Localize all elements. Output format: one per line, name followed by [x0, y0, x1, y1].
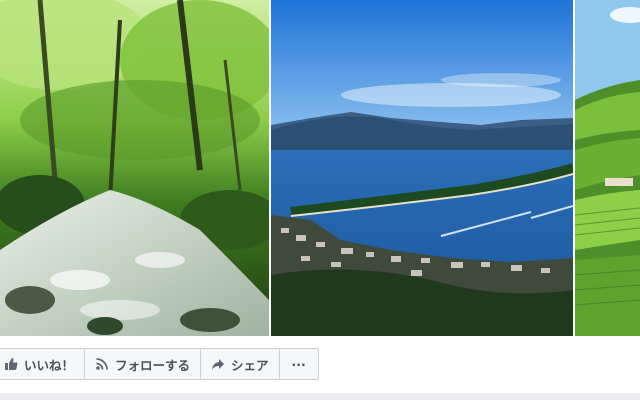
- forest-stream-photo: [0, 0, 269, 336]
- like-label: いいね！: [24, 357, 75, 373]
- follow-label: フォローする: [115, 357, 191, 373]
- follow-button[interactable]: フォローする: [85, 348, 202, 380]
- cover-photo[interactable]: [0, 0, 640, 336]
- more-button[interactable]: ···: [279, 348, 319, 380]
- share-arrow-icon: [211, 357, 225, 371]
- thumbs-up-icon: [4, 357, 18, 371]
- share-label: シェア: [231, 357, 269, 373]
- bay-sandbar-photo: [271, 0, 573, 336]
- tea-plantation-photo: [575, 0, 640, 336]
- like-button[interactable]: いいね！: [0, 348, 86, 380]
- page-action-bar: いいね！ フォローする シェア ···: [0, 348, 319, 380]
- rss-icon: [95, 357, 109, 371]
- share-button[interactable]: シェア: [201, 348, 280, 380]
- more-dots-icon: ···: [291, 356, 306, 372]
- page-divider: [0, 393, 640, 400]
